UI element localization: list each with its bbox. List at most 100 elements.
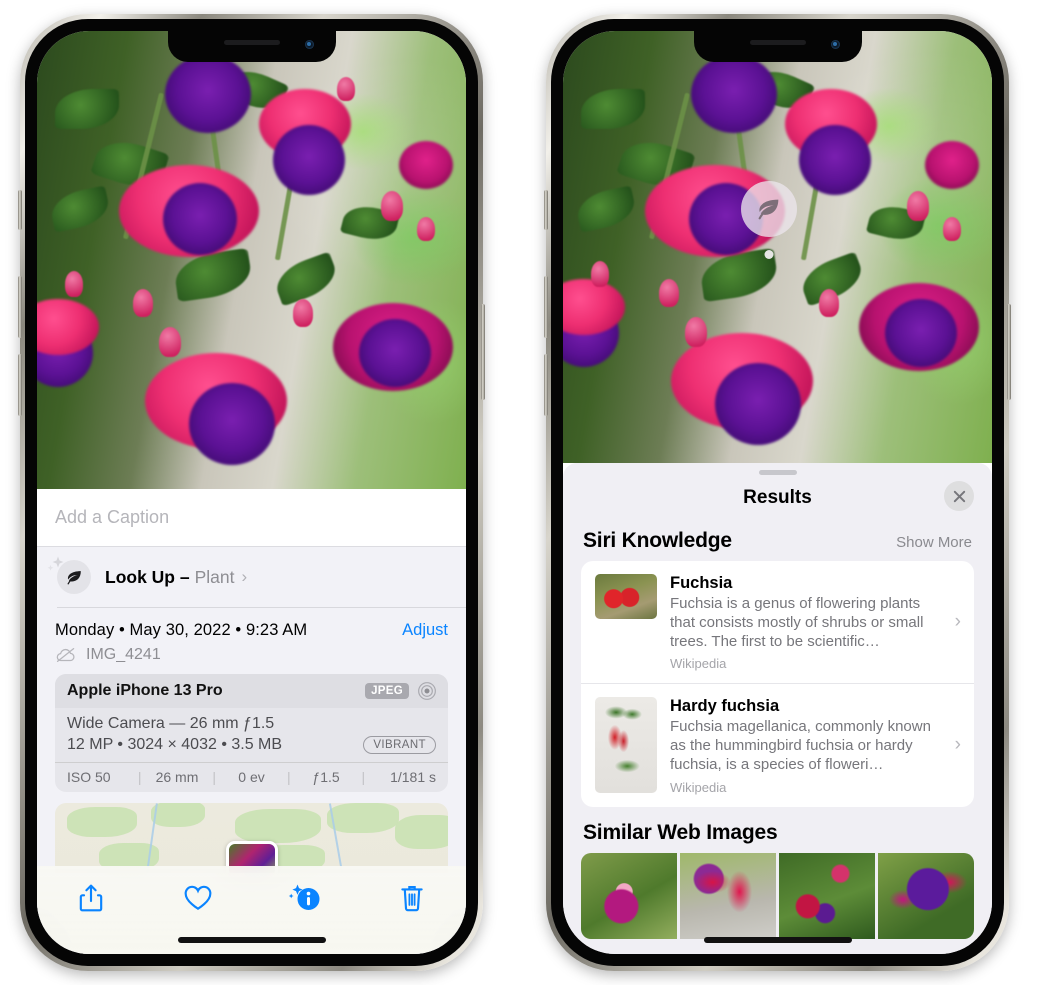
close-icon [953, 490, 965, 502]
silence-switch[interactable] [18, 190, 22, 230]
photo-bud [159, 327, 181, 357]
camera-card-body: Wide Camera — 26 mm ƒ1.5 12 MP • 3024 × … [55, 708, 448, 762]
favorite-button[interactable] [175, 878, 221, 918]
knowledge-thumbnail [595, 574, 657, 619]
photo-blossom [189, 383, 275, 465]
lens-info: Wide Camera — 26 mm ƒ1.5 [67, 714, 275, 732]
list-item[interactable]: Fuchsia Fuchsia is a genus of flowering … [581, 561, 974, 683]
photo-bud [591, 261, 609, 287]
list-item[interactable]: Hardy fuchsia Fuchsia magellanica, commo… [581, 683, 974, 806]
adjust-button[interactable]: Adjust [402, 621, 448, 640]
show-more-button[interactable]: Show More [896, 534, 972, 551]
map-green-area [151, 802, 205, 827]
web-image-1[interactable] [581, 852, 677, 939]
camera-device-name: Apple iPhone 13 Pro [67, 681, 223, 699]
photo-bud [337, 77, 355, 101]
close-button[interactable] [944, 481, 974, 511]
photo-blossom [691, 55, 777, 133]
caption-input[interactable]: Add a Caption [55, 507, 169, 528]
heart-icon [184, 885, 212, 910]
silence-switch[interactable] [544, 190, 548, 230]
left-phone-screen: Add a Caption Look Up – Plant › Monday •… [37, 31, 466, 954]
map-green-area [395, 814, 448, 849]
photo-viewer-right[interactable] [563, 31, 992, 463]
image-size-info: 12 MP • 3024 × 4032 • 3.5 MB [67, 735, 283, 753]
photo-blossom [715, 363, 801, 445]
similar-web-images-strip [563, 852, 992, 939]
photo-blossom [799, 125, 871, 195]
exif-row: ISO 50 | 26 mm | 0 ev | ƒ1.5 | 1/181 s [55, 761, 448, 792]
earpiece-speaker [749, 40, 806, 45]
home-indicator[interactable] [703, 937, 852, 943]
photo-bud [907, 191, 929, 221]
look-up-subject: Plant [194, 566, 235, 587]
look-up-label: Look Up – [105, 566, 190, 587]
volume-up-button[interactable] [18, 276, 22, 338]
siri-knowledge-card: Fuchsia Fuchsia is a genus of flowering … [581, 561, 974, 807]
visual-lookup-leaf-badge[interactable] [741, 181, 797, 237]
location-map-card[interactable] [55, 802, 448, 873]
home-indicator[interactable] [177, 937, 326, 943]
knowledge-title: Hardy fuchsia [670, 697, 780, 716]
photo-blossom [273, 125, 345, 195]
power-button[interactable] [1007, 304, 1011, 400]
knowledge-text-block: Fuchsia Fuchsia is a genus of flowering … [670, 574, 960, 671]
front-camera-icon [830, 40, 840, 49]
screenshot-stage: Add a Caption Look Up – Plant › Monday •… [0, 0, 1055, 985]
info-sparkle-icon [288, 884, 320, 910]
left-notch [167, 31, 336, 62]
sparkle-glyph [47, 556, 64, 571]
power-button[interactable] [481, 304, 485, 400]
similar-web-images-title: Similar Web Images [583, 820, 778, 844]
camera-header-badges: JPEG [365, 681, 437, 701]
caption-field-row[interactable]: Add a Caption [37, 489, 466, 547]
web-image-2[interactable] [680, 852, 776, 939]
volume-down-button[interactable] [18, 354, 22, 416]
map-green-area [327, 802, 399, 833]
info-button[interactable] [282, 878, 328, 918]
photo-bud [293, 299, 313, 327]
right-iphone-device: Results Siri Knowledge Show More Fuchsia… [544, 14, 1011, 971]
camera-card-header: Apple iPhone 13 Pro JPEG [55, 673, 448, 708]
photo-bud [381, 191, 403, 221]
camera-info-card[interactable]: Apple iPhone 13 Pro JPEG Wide Camera — 2… [55, 673, 448, 792]
results-title: Results [743, 487, 812, 508]
exif-aperture: ƒ1.5 [312, 768, 340, 785]
photo-bud [943, 217, 961, 241]
left-iphone-device: Add a Caption Look Up – Plant › Monday •… [18, 14, 485, 971]
earpiece-speaker [223, 40, 280, 45]
photo-blossom [359, 319, 431, 387]
share-button[interactable] [68, 878, 114, 918]
fuchsia-thumbnail-image [595, 574, 657, 619]
knowledge-source: Wikipedia [670, 779, 727, 795]
right-phone-bezel: Results Siri Knowledge Show More Fuchsia… [551, 19, 1004, 966]
leaf-icon [758, 199, 779, 220]
capture-date: Monday • May 30, 2022 • 9:23 AM [55, 620, 308, 639]
look-up-row[interactable]: Look Up – Plant › [37, 547, 466, 607]
photo-viewer-left[interactable] [37, 31, 466, 489]
leaf-icon [47, 556, 91, 594]
knowledge-description: Fuchsia magellanica, commonly known as t… [670, 718, 931, 773]
exif-exposure: 0 ev [238, 768, 265, 785]
left-phone-bezel: Add a Caption Look Up – Plant › Monday •… [25, 19, 478, 966]
exif-shutter: 1/181 s [390, 768, 437, 785]
web-image-3[interactable] [779, 852, 875, 939]
aperture-icon [418, 681, 436, 700]
cloud-slash-icon [56, 647, 75, 662]
volume-up-button[interactable] [544, 276, 548, 338]
file-row: IMG_4241 [37, 646, 466, 674]
photo-bud [685, 317, 707, 347]
delete-button[interactable] [389, 878, 435, 918]
knowledge-text-block: Hardy fuchsia Fuchsia magellanica, commo… [670, 697, 960, 794]
share-icon [79, 884, 102, 912]
sparkle-icon [45, 552, 71, 583]
right-notch [693, 31, 862, 62]
right-phone-screen: Results Siri Knowledge Show More Fuchsia… [563, 31, 992, 954]
results-header: Results [563, 475, 992, 521]
photo-bud [65, 271, 83, 297]
siri-knowledge-title: Siri Knowledge [583, 529, 732, 552]
web-image-4[interactable] [878, 852, 974, 939]
volume-down-button[interactable] [544, 354, 548, 416]
look-up-label-group: Look Up – Plant › [105, 567, 247, 588]
photo-blossom [399, 141, 453, 189]
